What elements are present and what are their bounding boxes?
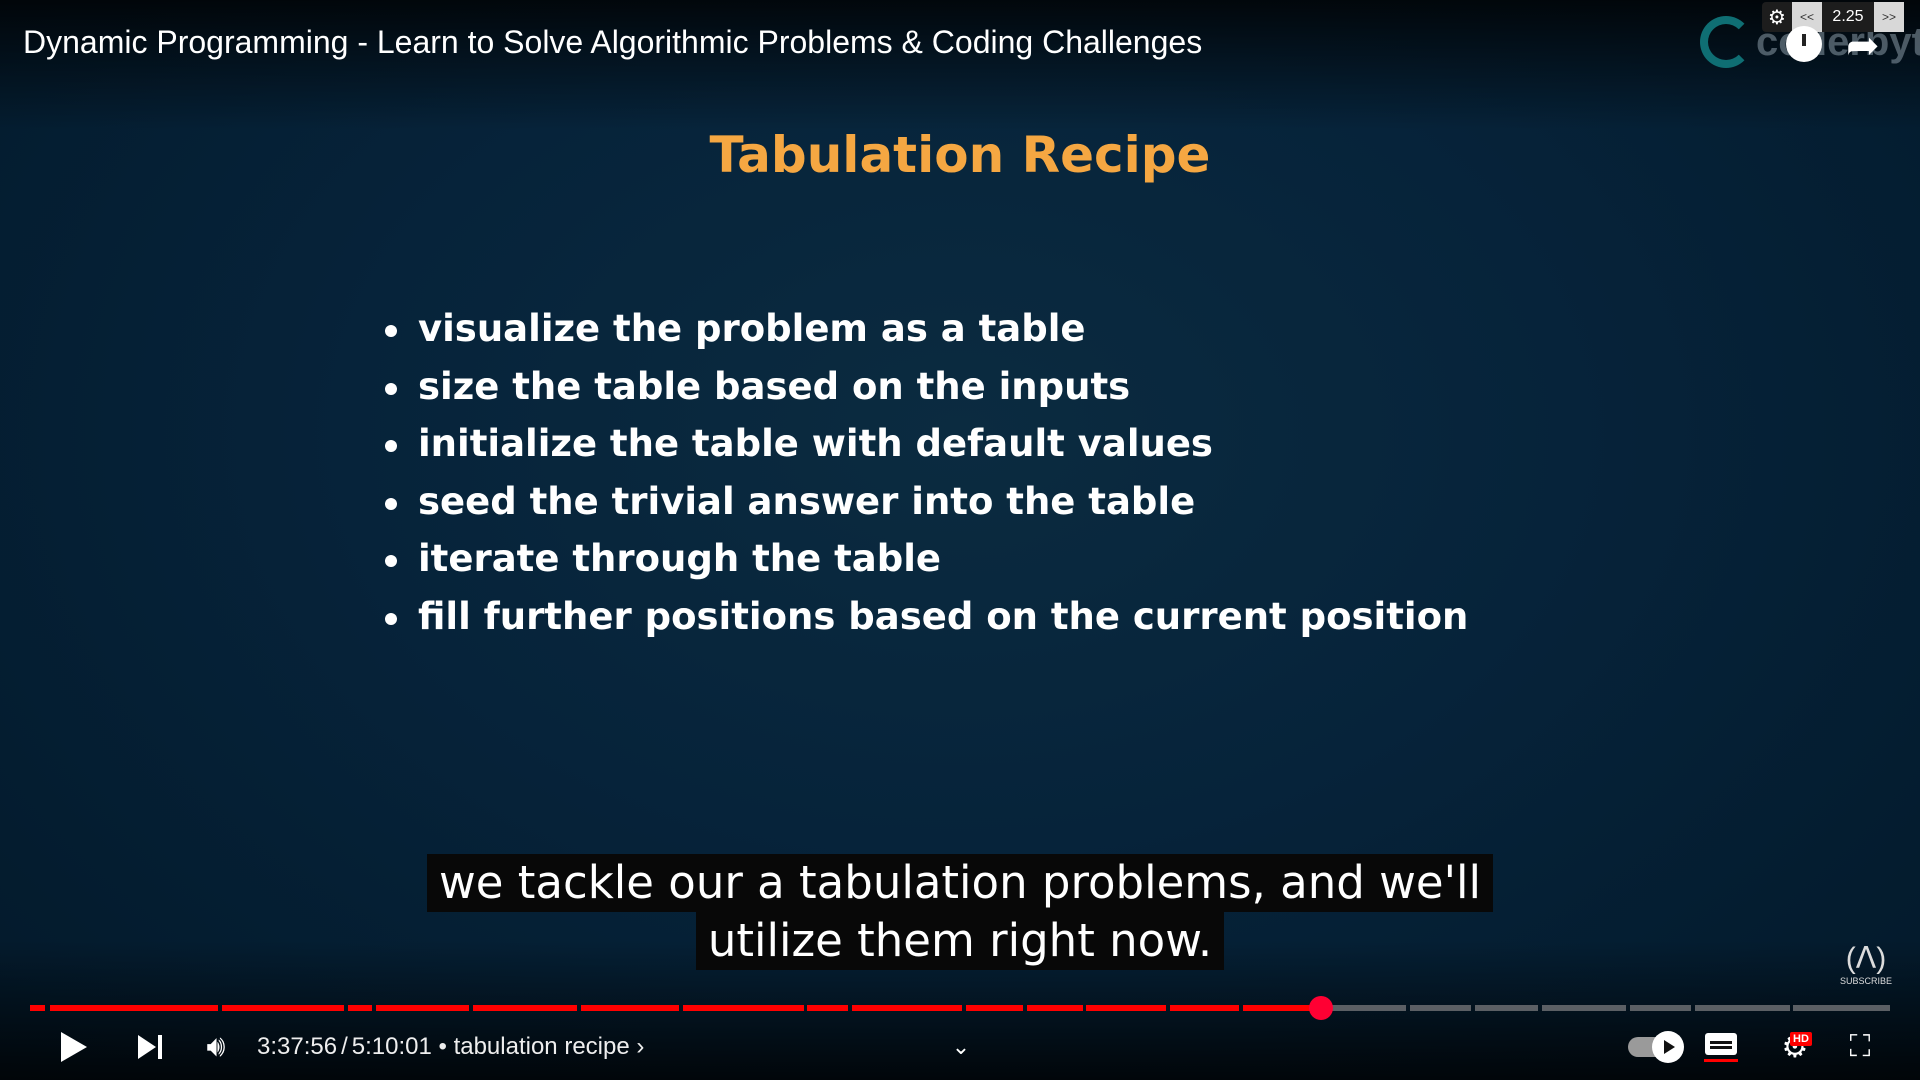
progress-chapter-segment[interactable] — [1475, 1005, 1539, 1011]
slide-bullet: visualize the problem as a table — [382, 300, 1582, 358]
next-button[interactable] — [132, 1020, 168, 1074]
autoplay-toggle[interactable] — [1626, 1020, 1684, 1074]
channel-logo-icon — [1700, 16, 1752, 68]
progress-track[interactable] — [30, 1005, 1890, 1011]
mute-button[interactable]: 🔊︎ — [198, 1020, 234, 1074]
slide-title: Tabulation Recipe — [709, 126, 1211, 184]
progress-chapter-segment[interactable] — [1410, 1005, 1472, 1011]
progress-chapter-segment[interactable] — [682, 1005, 804, 1011]
slide-bullet: size the table based on the inputs — [382, 358, 1582, 416]
progress-chapter-segment[interactable] — [807, 1005, 849, 1011]
progress-chapter-segment[interactable] — [1629, 1005, 1691, 1011]
chevron-right-icon: › — [636, 1033, 645, 1060]
gear-icon[interactable]: ⚙ — [1762, 5, 1792, 30]
progress-chapter-segment[interactable] — [375, 1005, 469, 1011]
caption-line: utilize them right now. — [695, 912, 1225, 970]
progress-chapter-segment[interactable] — [348, 1005, 373, 1011]
progress-bar[interactable] — [30, 996, 1890, 1020]
progress-chapter-segment[interactable] — [1086, 1005, 1167, 1011]
progress-chapter-segment[interactable] — [852, 1005, 962, 1011]
progress-chapter-segment[interactable] — [50, 1005, 218, 1011]
duration: 5:10:01 — [351, 1033, 432, 1060]
time-display: 3:37:56/5:10:01 • tabulation recipe › — [257, 1020, 644, 1074]
player-controls: 🔊︎ 3:37:56/5:10:01 • tabulation recipe ›… — [0, 1020, 1920, 1074]
chapter-title: • tabulation recipe — [438, 1033, 630, 1060]
chevron-down-icon: ⌄ — [951, 1034, 971, 1059]
progress-chapter-segment[interactable] — [965, 1005, 1024, 1011]
closed-captions-icon — [1705, 1032, 1737, 1055]
progress-chapter-segment[interactable] — [1694, 1005, 1790, 1011]
slide-bullet: iterate through the table — [382, 530, 1582, 588]
chapter-expand-button[interactable]: ⌄ — [946, 1020, 976, 1074]
slide-bullet: seed the trivial answer into the table — [382, 473, 1582, 531]
current-time: 3:37:56 — [257, 1033, 338, 1060]
time-separator: / — [341, 1033, 348, 1060]
progress-chapter-segment[interactable] — [1542, 1005, 1626, 1011]
video-title[interactable]: Dynamic Programming - Learn to Solve Alg… — [23, 24, 1202, 61]
progress-chapter-segment[interactable] — [1793, 1005, 1890, 1011]
fullscreen-exit-icon: ⛶ — [1849, 1030, 1871, 1063]
settings-button[interactable]: ⚙ — [1772, 1020, 1818, 1074]
progress-chapter-segment[interactable] — [221, 1005, 345, 1011]
video-player[interactable]: Dynamic Programming - Learn to Solve Alg… — [0, 0, 1920, 1080]
volume-icon: 🔊︎ — [206, 1030, 226, 1063]
captions-window[interactable]: we tackle our a tabulation problems, and… — [0, 854, 1920, 970]
skip-next-icon — [138, 1035, 156, 1059]
slide-bullet: fill further positions based on the curr… — [382, 588, 1582, 646]
share-icon[interactable]: ➦ — [1846, 26, 1896, 66]
progress-scrubber[interactable] — [1308, 996, 1333, 1020]
subtitles-button[interactable] — [1702, 1020, 1740, 1074]
play-icon — [61, 1032, 87, 1062]
caption-line: we tackle our a tabulation problems, and… — [426, 854, 1493, 912]
progress-chapter-segment[interactable] — [30, 1005, 45, 1011]
subscribe-label: SUBSCRIBE — [1839, 976, 1892, 986]
slide-bullet-list: visualize the problem as a table size th… — [382, 300, 1582, 645]
hd-badge: HD — [1790, 1032, 1812, 1046]
chapter-title-button[interactable]: • tabulation recipe › — [439, 1033, 645, 1060]
progress-chapter-segment[interactable] — [580, 1005, 680, 1011]
watch-later-icon[interactable] — [1786, 26, 1822, 62]
progress-chapter-segment[interactable] — [1170, 1005, 1239, 1011]
progress-chapter-segment[interactable] — [1242, 1005, 1314, 1011]
exit-fullscreen-button[interactable]: ⛶ — [1840, 1020, 1880, 1074]
progress-chapter-segment[interactable] — [472, 1005, 577, 1011]
progress-chapter-segment[interactable] — [1026, 1005, 1083, 1011]
play-button[interactable] — [54, 1020, 94, 1074]
top-gradient — [0, 0, 1920, 130]
captions-active-indicator — [1704, 1058, 1738, 1062]
slide-bullet: initialize the table with default values — [382, 415, 1582, 473]
freecodecamp-logo-icon: (ᐱ) — [1845, 942, 1887, 975]
subscribe-watermark[interactable]: (ᐱ) SUBSCRIBE — [1836, 942, 1896, 992]
autoplay-toggle-icon — [1628, 1031, 1684, 1063]
